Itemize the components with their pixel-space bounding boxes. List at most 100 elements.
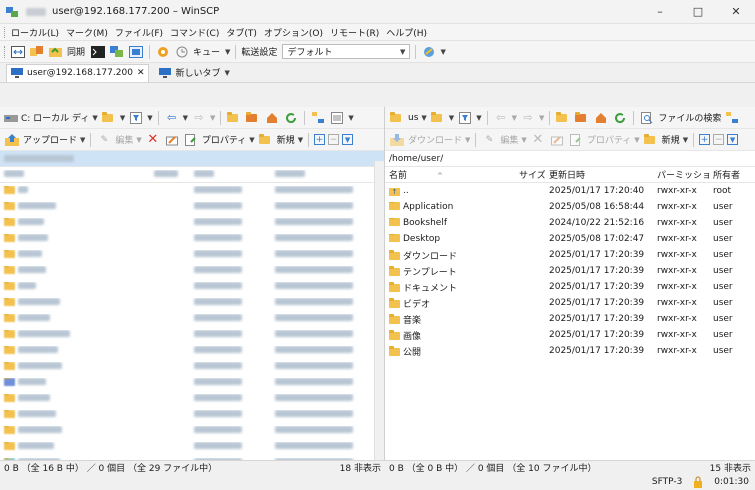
- root-directory-icon[interactable]: [574, 110, 590, 126]
- remote-path-bar[interactable]: /home/user/: [385, 151, 755, 167]
- menu-remote[interactable]: リモート(R): [330, 26, 379, 39]
- menu-tab[interactable]: タブ(T): [226, 26, 257, 39]
- compare-directories-icon[interactable]: [10, 44, 26, 60]
- table-row[interactable]: Application 2025/05/08 16:58:44 rwxr-xr-x u…: [385, 199, 755, 215]
- edit-icon[interactable]: ✎: [481, 132, 497, 148]
- table-row[interactable]: ドキュメント 2025/01/17 17:20:39 rwxr-xr-x user: [385, 279, 755, 295]
- open-folder-icon[interactable]: [101, 110, 117, 126]
- terminal-icon[interactable]: [128, 44, 144, 60]
- table-row[interactable]: Desktop 2025/05/08 17:02:47 rwxr-xr-x user: [385, 231, 755, 247]
- table-row[interactable]: [0, 199, 384, 215]
- chevron-down-icon[interactable]: ▼: [539, 114, 544, 122]
- chevron-down-icon[interactable]: ▼: [476, 114, 481, 122]
- chevron-down-icon[interactable]: ▼: [512, 114, 517, 122]
- table-row[interactable]: [0, 359, 384, 375]
- new-button[interactable]: 新規: [277, 133, 295, 146]
- table-row[interactable]: 画像 2025/01/17 17:20:39 rwxr-xr-x user: [385, 327, 755, 343]
- menu-file[interactable]: ファイル(F): [115, 26, 163, 39]
- select-all-icon[interactable]: +: [314, 134, 326, 145]
- synchronize-browse-icon[interactable]: [29, 44, 45, 60]
- menu-options[interactable]: オプション(O): [264, 26, 323, 39]
- chevron-down-icon[interactable]: ▼: [147, 114, 152, 122]
- parent-directory-icon[interactable]: [555, 110, 571, 126]
- tree-view-icon[interactable]: [310, 110, 326, 126]
- chevron-down-icon[interactable]: ▼: [80, 136, 85, 144]
- edit-icon[interactable]: ✎: [96, 132, 112, 148]
- chevron-down-icon[interactable]: ▼: [521, 136, 526, 144]
- table-row[interactable]: 公開 2025/01/17 17:20:39 rwxr-xr-x user: [385, 343, 755, 359]
- home-icon[interactable]: [593, 110, 609, 126]
- queue-label[interactable]: キュー: [193, 45, 220, 58]
- local-col-size[interactable]: [150, 169, 190, 180]
- table-row[interactable]: [0, 407, 384, 423]
- table-row[interactable]: ダウンロード 2025/01/17 17:20:39 rwxr-xr-x user: [385, 247, 755, 263]
- table-row[interactable]: [0, 279, 384, 295]
- table-row[interactable]: [0, 423, 384, 439]
- table-row[interactable]: Bookshelf 2024/10/22 21:52:16 rwxr-xr-x use…: [385, 215, 755, 231]
- queue-icon[interactable]: [174, 44, 190, 60]
- delete-icon[interactable]: ✕: [530, 132, 546, 148]
- table-row[interactable]: [0, 247, 384, 263]
- properties-button[interactable]: プロパティ: [587, 133, 631, 146]
- col-size[interactable]: サイズ: [515, 168, 545, 181]
- unselect-icon[interactable]: −: [328, 134, 340, 145]
- download-button[interactable]: ダウンロード: [408, 133, 462, 146]
- maximize-button[interactable]: □: [679, 0, 717, 24]
- local-col-name[interactable]: [0, 169, 150, 180]
- open-folder-icon[interactable]: [430, 110, 446, 126]
- tree-view-icon[interactable]: [724, 110, 740, 126]
- download-icon[interactable]: [389, 132, 405, 148]
- select-all-icon[interactable]: +: [699, 134, 711, 145]
- queue-chevron-down-icon[interactable]: ▼: [225, 48, 230, 56]
- menu-local[interactable]: ローカル(L): [11, 26, 59, 39]
- tab-close-icon[interactable]: ✕: [137, 68, 145, 78]
- properties-icon[interactable]: [183, 132, 199, 148]
- local-path-bar[interactable]: [0, 151, 384, 167]
- lock-icon[interactable]: [692, 476, 704, 488]
- chevron-down-icon[interactable]: ▼: [120, 114, 125, 122]
- edit-button[interactable]: 編集: [115, 133, 133, 146]
- table-row[interactable]: [0, 375, 384, 391]
- chevron-down-icon[interactable]: ▼: [683, 136, 688, 144]
- sync-label[interactable]: 同期: [67, 45, 85, 58]
- menu-mark[interactable]: マーク(M): [66, 26, 108, 39]
- local-drive-select[interactable]: C: ローカル ディ: [21, 111, 89, 124]
- delete-icon[interactable]: ✕: [145, 132, 161, 148]
- table-row[interactable]: [0, 183, 384, 199]
- chevron-down-icon[interactable]: ▼: [92, 114, 97, 122]
- filter-select-icon[interactable]: ▼: [727, 134, 739, 145]
- table-row[interactable]: テンプレート 2025/01/17 17:20:39 rwxr-xr-x user: [385, 263, 755, 279]
- refresh-icon[interactable]: [612, 110, 628, 126]
- session-color-icon[interactable]: [421, 44, 437, 60]
- root-directory-icon[interactable]: [245, 110, 261, 126]
- table-row[interactable]: [0, 295, 384, 311]
- unselect-icon[interactable]: −: [713, 134, 725, 145]
- table-row[interactable]: [0, 311, 384, 327]
- chevron-down-icon[interactable]: ▼: [465, 136, 470, 144]
- find-files-icon[interactable]: [639, 110, 655, 126]
- menu-command[interactable]: コマンド(C): [170, 26, 219, 39]
- table-row[interactable]: 音楽 2025/01/17 17:20:39 rwxr-xr-x user: [385, 311, 755, 327]
- new-folder-icon[interactable]: [643, 132, 659, 148]
- table-row[interactable]: [0, 343, 384, 359]
- close-button[interactable]: ✕: [717, 0, 755, 24]
- rename-icon[interactable]: [549, 132, 565, 148]
- table-row[interactable]: [0, 391, 384, 407]
- table-row[interactable]: [0, 263, 384, 279]
- chevron-down-icon[interactable]: ▼: [183, 114, 188, 122]
- table-row[interactable]: [0, 215, 384, 231]
- col-owner[interactable]: 所有者: [709, 168, 755, 181]
- chevron-down-icon[interactable]: ▼: [136, 136, 141, 144]
- forward-arrow-icon[interactable]: ⇨: [191, 110, 207, 126]
- properties-button[interactable]: プロパティ: [202, 133, 246, 146]
- filter-icon[interactable]: [457, 110, 473, 126]
- parent-directory-icon[interactable]: [226, 110, 242, 126]
- chevron-down-icon[interactable]: ▼: [298, 136, 303, 144]
- chevron-down-icon[interactable]: ▼: [225, 69, 230, 77]
- filter-select-icon[interactable]: ▼: [342, 134, 354, 145]
- view-mode-icon[interactable]: [329, 110, 345, 126]
- new-button[interactable]: 新規: [662, 133, 680, 146]
- table-row[interactable]: [0, 231, 384, 247]
- local-scrollbar[interactable]: [374, 161, 384, 460]
- col-date[interactable]: 更新日時: [545, 168, 653, 181]
